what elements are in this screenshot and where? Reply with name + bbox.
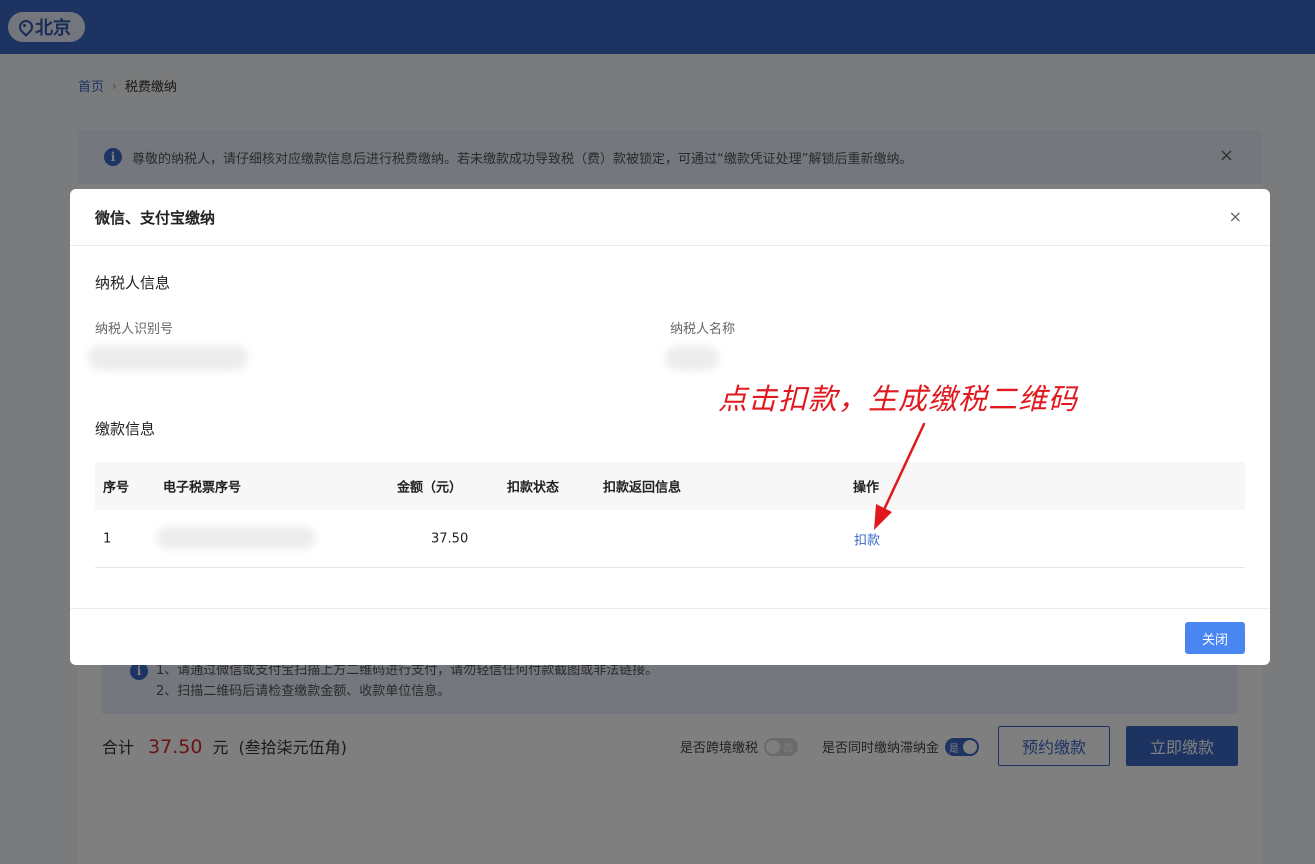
modal-header: 微信、支付宝缴纳 × [70,189,1270,246]
col-ticket-no: 电子税票序号 [163,480,242,496]
table-header: 序号 电子税票序号 金额（元） 扣款状态 扣款返回信息 操作 [95,462,1245,510]
col-index: 序号 [103,480,130,496]
modal-footer: 关闭 [70,608,1270,665]
annotation-arrow-icon [874,422,926,530]
taxpayer-id-redacted [88,346,248,370]
close-button[interactable]: 关闭 [1185,622,1245,654]
table-row: 1 37.50 扣款 [95,510,1245,568]
modal-title: 微信、支付宝缴纳 [95,208,216,227]
taxpayer-name-label: 纳税人名称 [670,322,736,337]
taxpayer-name-redacted [665,346,719,370]
payment-table: 序号 电子税票序号 金额（元） 扣款状态 扣款返回信息 操作 1 37.50 扣… [95,462,1245,568]
payment-modal: 微信、支付宝缴纳 × 纳税人信息 纳税人识别号 纳税人名称 缴款信息 序号 电子… [70,189,1270,665]
row-amount: 37.50 [431,531,469,546]
col-amount: 金额（元） [397,480,463,496]
row-index: 1 [103,531,112,546]
annotation-text: 点击扣款，生成缴税二维码 [718,382,1079,416]
col-message: 扣款返回信息 [603,480,682,496]
taxpayer-id-label: 纳税人识别号 [95,322,174,337]
payment-section-title: 缴款信息 [95,420,156,438]
taxpayer-section-title: 纳税人信息 [95,274,171,292]
col-status: 扣款状态 [507,480,560,496]
ticket-no-redacted [157,527,315,549]
modal-close-icon[interactable]: × [1229,207,1242,226]
